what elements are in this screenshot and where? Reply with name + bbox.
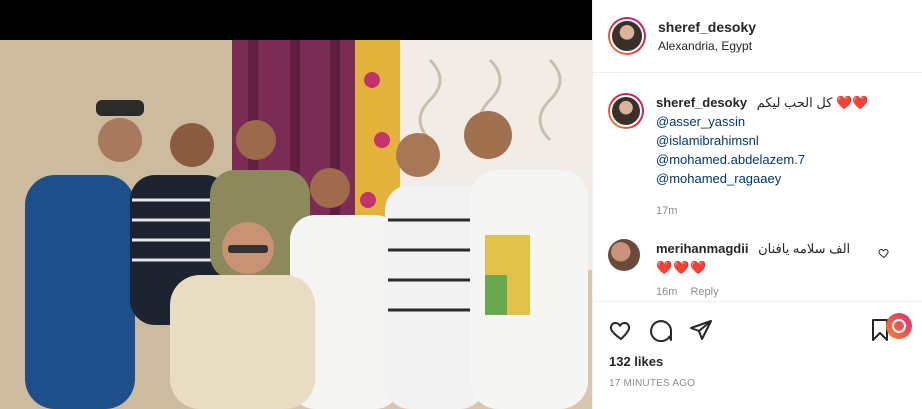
mention-link[interactable]: @asser_yassin (656, 112, 868, 131)
caption-text: كل الحب ليكم (756, 95, 833, 110)
caption-hearts: ❤️❤️ (836, 95, 869, 110)
post-header: sheref_desoky Alexandria, Egypt (593, 0, 922, 73)
comment-hearts: ❤️❤️❤️ (656, 260, 708, 275)
post-photo[interactable] (0, 0, 592, 409)
caption-time: 17m (656, 205, 678, 217)
mention-link[interactable]: @mohamed_ragaaey (656, 169, 868, 188)
share-icon[interactable] (689, 318, 713, 342)
comment-item: merihanmagdii الف سلامه يافنان ❤️❤️❤️ 16… (608, 239, 906, 301)
heart-icon[interactable] (609, 318, 633, 342)
instagram-post-modal: sheref_desoky Alexandria, Egypt sheref_d… (0, 0, 922, 409)
comment-text: الف سلامه يافنان (758, 241, 851, 256)
group-photo-image (0, 0, 592, 409)
caption: sheref_desoky كل الحب ليكم ❤️❤️ @asser_y… (608, 93, 906, 221)
post-side-panel: sheref_desoky Alexandria, Egypt sheref_d… (592, 0, 922, 409)
comment-time: 16m (656, 286, 678, 298)
mention-link[interactable]: @islamibrahimsnl (656, 131, 868, 150)
reply-button[interactable]: Reply (690, 286, 718, 298)
comment-icon[interactable] (649, 318, 673, 342)
author-username[interactable]: sheref_desoky (658, 19, 756, 35)
commenter-avatar[interactable] (608, 239, 640, 271)
post-location[interactable]: Alexandria, Egypt (658, 39, 756, 53)
mention-link[interactable]: @mohamed.abdelazem.7 (656, 150, 868, 169)
post-actions: 132 likes 17 MINUTES AGO (593, 301, 922, 408)
posted-time: 17 MINUTES AGO (609, 378, 696, 389)
comments-section: sheref_desoky كل الحب ليكم ❤️❤️ @asser_y… (593, 73, 922, 301)
heart-icon[interactable] (878, 247, 890, 259)
caption-avatar[interactable] (608, 93, 644, 129)
download-button[interactable] (886, 313, 912, 339)
download-icon (892, 319, 906, 333)
caption-username[interactable]: sheref_desoky (656, 95, 747, 110)
commenter-username[interactable]: merihanmagdii (656, 241, 748, 256)
author-avatar[interactable] (608, 17, 646, 55)
likes-count[interactable]: 132 likes (609, 354, 906, 369)
